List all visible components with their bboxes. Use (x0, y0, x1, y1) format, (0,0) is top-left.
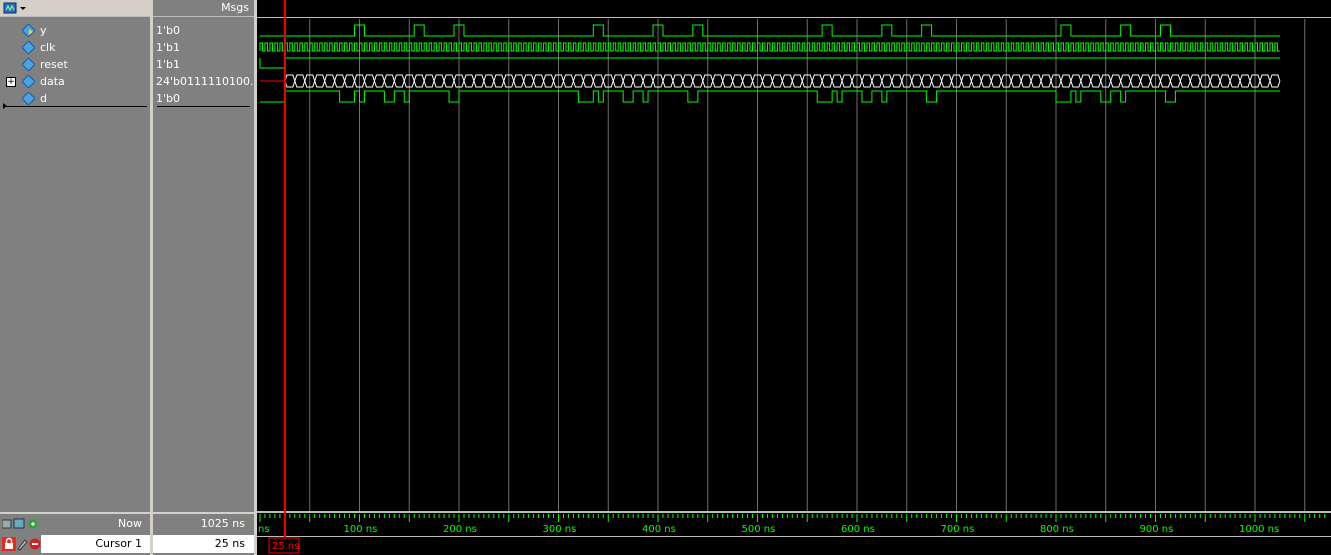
wave-reset[interactable] (259, 57, 1280, 69)
status-divider (0, 512, 150, 514)
signal-diamond-icon (22, 24, 35, 37)
wave-clk[interactable] (259, 42, 1280, 52)
ruler-start-label: ns (258, 524, 270, 535)
now-label: Now (118, 517, 142, 530)
signal-value-data: 24'b0111110100... (156, 75, 261, 88)
values-header: Msgs (153, 0, 254, 17)
waveform-pane[interactable]: ns 100 ns 200 ns 300 ns 400 ns 500 ns 600 ns 70… (257, 0, 1331, 555)
cursor-label: Cursor 1 (95, 537, 142, 550)
expand-plus-icon[interactable]: + (6, 77, 16, 87)
signal-name: d (40, 92, 47, 105)
cursor-name-box[interactable]: Cursor 1 (41, 535, 150, 553)
cursor-value-row[interactable]: 25 ns (153, 535, 254, 553)
ruler-tick-label: 900 ns (1140, 524, 1174, 535)
now-value-row: 1025 ns (153, 515, 254, 533)
status-divider (153, 512, 254, 514)
edit-cursor-icon[interactable] (17, 537, 29, 551)
names-header (0, 0, 150, 17)
delete-cursor-icon[interactable] (29, 538, 41, 550)
now-value: 1025 ns (200, 517, 245, 530)
signal-value-y: 1'b0 (156, 24, 181, 37)
signal-diamond-icon (22, 58, 35, 71)
signal-name: clk (40, 41, 56, 54)
signal-names-pane: y clk reset + data d Now Cursor 1 (0, 0, 150, 555)
waveform-canvas[interactable]: ns 100 ns 200 ns 300 ns 400 ns 500 ns 600 ns 70… (257, 0, 1331, 555)
ruler-tick-label: 800 ns (1040, 524, 1074, 535)
wave-d[interactable] (260, 90, 1280, 103)
insertion-marker (157, 106, 250, 107)
ruler-tick-label: 1000 ns (1239, 524, 1279, 535)
signal-diamond-icon (22, 75, 35, 88)
signal-name: data (40, 75, 65, 88)
signal-diamond-icon (22, 41, 35, 54)
ruler-tick-label: 100 ns (344, 524, 378, 535)
wave-y[interactable] (260, 24, 1280, 37)
signal-value-clk: 1'b1 (156, 41, 181, 54)
cursor-tag-label: 25 ns (272, 541, 299, 552)
time-ruler[interactable]: ns 100 ns 200 ns 300 ns 400 ns 500 ns 600 ns 70… (258, 514, 1326, 535)
cursor-row[interactable]: Cursor 1 (0, 535, 150, 553)
insertion-marker (4, 106, 147, 107)
ruler-tick-label: 300 ns (543, 524, 577, 535)
toolbar-icons (2, 518, 38, 529)
now-row: Now (0, 515, 150, 533)
ruler-tick-label: 600 ns (841, 524, 875, 535)
signal-waves (259, 24, 1281, 103)
ruler-tick-label: 200 ns (443, 524, 477, 535)
signal-value-reset: 1'b1 (156, 58, 181, 71)
signal-diamond-icon (22, 92, 35, 105)
ruler-tick-label: 700 ns (941, 524, 975, 535)
ruler-tick-label: 500 ns (742, 524, 776, 535)
signal-value-d: 1'b0 (156, 92, 181, 105)
values-title: Msgs (221, 1, 249, 14)
signal-values-pane: Msgs 1'b0 1'b1 1'b1 24'b0111110100... 1'… (153, 0, 260, 555)
cursor-value: 25 ns (214, 537, 245, 550)
signal-name: reset (40, 58, 68, 71)
signal-name: y (40, 24, 47, 37)
wave-window-icon[interactable] (2, 0, 28, 16)
insertion-arrow-icon (3, 103, 7, 109)
ruler-tick-label: 400 ns (642, 524, 676, 535)
wave-data-bus[interactable] (260, 74, 1281, 88)
lock-icon[interactable] (2, 537, 16, 551)
